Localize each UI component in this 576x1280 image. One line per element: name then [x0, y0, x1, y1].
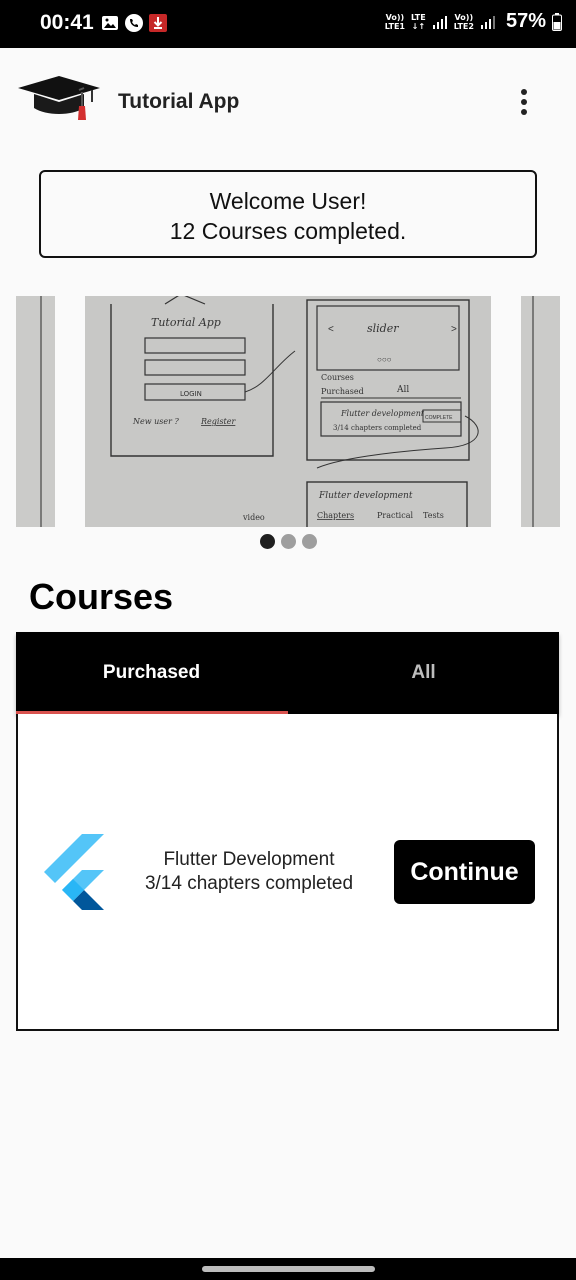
sketch-text: Flutter development: [340, 409, 425, 418]
gallery-icon: [102, 16, 118, 30]
status-time: 00:41: [40, 11, 94, 34]
tab-all[interactable]: All: [288, 632, 559, 714]
carousel-slide-next[interactable]: [521, 296, 560, 527]
course-name: Flutter Development: [163, 849, 335, 870]
signal-icon-2: [480, 15, 495, 29]
status-right: Vo)) LTE1 LTE ↓↑ Vo)) LTE2 57%: [385, 10, 562, 33]
signal-icon: [432, 15, 447, 29]
sketch-text: Tests: [423, 511, 444, 520]
course-progress: 3/14 chapters completed: [144, 873, 354, 894]
sketch-image: [521, 296, 560, 527]
sketch-text: Tutorial App: [151, 316, 221, 329]
system-nav-bar: [0, 1258, 576, 1280]
tab-purchased[interactable]: Purchased: [16, 632, 287, 714]
sketch-text: slider: [367, 322, 399, 335]
app-bar: Tutorial App: [0, 48, 576, 154]
sim2-indicator: Vo)) LTE2: [453, 12, 474, 31]
sketch-text: LOGIN: [180, 390, 202, 398]
phone-call-icon: [125, 14, 143, 32]
sketch-text: All: [396, 385, 409, 395]
welcome-card: Welcome User! 12 Courses completed.: [39, 170, 537, 258]
welcome-greeting: Welcome User!: [209, 188, 367, 214]
status-bar: 00:41 Vo)) LTE1 LTE ↓↑ Vo)) LTE2 57%: [0, 0, 576, 48]
image-carousel[interactable]: Tutorial App LOGIN New user ? Register s…: [0, 296, 576, 527]
sketch-text: 3/14 chapters completed: [333, 424, 422, 432]
courses-heading: Courses: [29, 576, 174, 617]
flutter-logo-icon: [44, 834, 104, 910]
courses-completed-count: 12 Courses completed.: [169, 218, 407, 244]
download-app-icon: [149, 14, 167, 32]
carousel-dot-active[interactable]: [259, 534, 275, 549]
sketch-text: video: [242, 513, 265, 522]
carousel-dot[interactable]: [301, 534, 317, 549]
sketch-text: Register: [200, 417, 236, 426]
more-vert-icon[interactable]: [510, 86, 538, 118]
sketch-text: Flutter development: [318, 491, 413, 501]
sketch-text: COMPLETE: [425, 415, 453, 421]
svg-text:○○○: ○○○: [377, 355, 392, 364]
wireframe-sketch-image: Tutorial App LOGIN New user ? Register s…: [85, 296, 491, 527]
carousel-dots: [0, 534, 576, 549]
course-list-panel: Flutter Development 3/14 chapters comple…: [16, 714, 559, 1031]
notification-icons: [101, 14, 167, 32]
continue-button[interactable]: Continue: [394, 840, 535, 904]
graduation-cap-icon: [18, 76, 100, 120]
lte-indicator: LTE ↓↑: [411, 12, 426, 31]
sketch-text: New user ?: [132, 417, 179, 426]
svg-text:>: >: [451, 324, 457, 335]
sim1-indicator: Vo)) LTE1: [384, 12, 405, 31]
battery-percent: 57%: [505, 10, 546, 32]
carousel-dot[interactable]: [280, 534, 296, 549]
sketch-text: Courses: [321, 373, 354, 382]
sketch-image: [16, 296, 55, 527]
courses-tab-bar: Purchased All: [16, 632, 559, 714]
app-title: Tutorial App: [118, 90, 240, 113]
svg-text:<: <: [328, 324, 334, 335]
course-info: Flutter Development 3/14 chapters comple…: [118, 848, 380, 896]
sketch-text: Practical: [377, 511, 413, 520]
battery-icon: [552, 12, 562, 31]
carousel-slide-prev[interactable]: [16, 296, 55, 527]
sketch-text: Chapters: [317, 511, 354, 520]
carousel-slide-active[interactable]: Tutorial App LOGIN New user ? Register s…: [85, 296, 491, 527]
home-indicator[interactable]: [202, 1266, 375, 1272]
sketch-text: Purchased: [321, 387, 364, 396]
